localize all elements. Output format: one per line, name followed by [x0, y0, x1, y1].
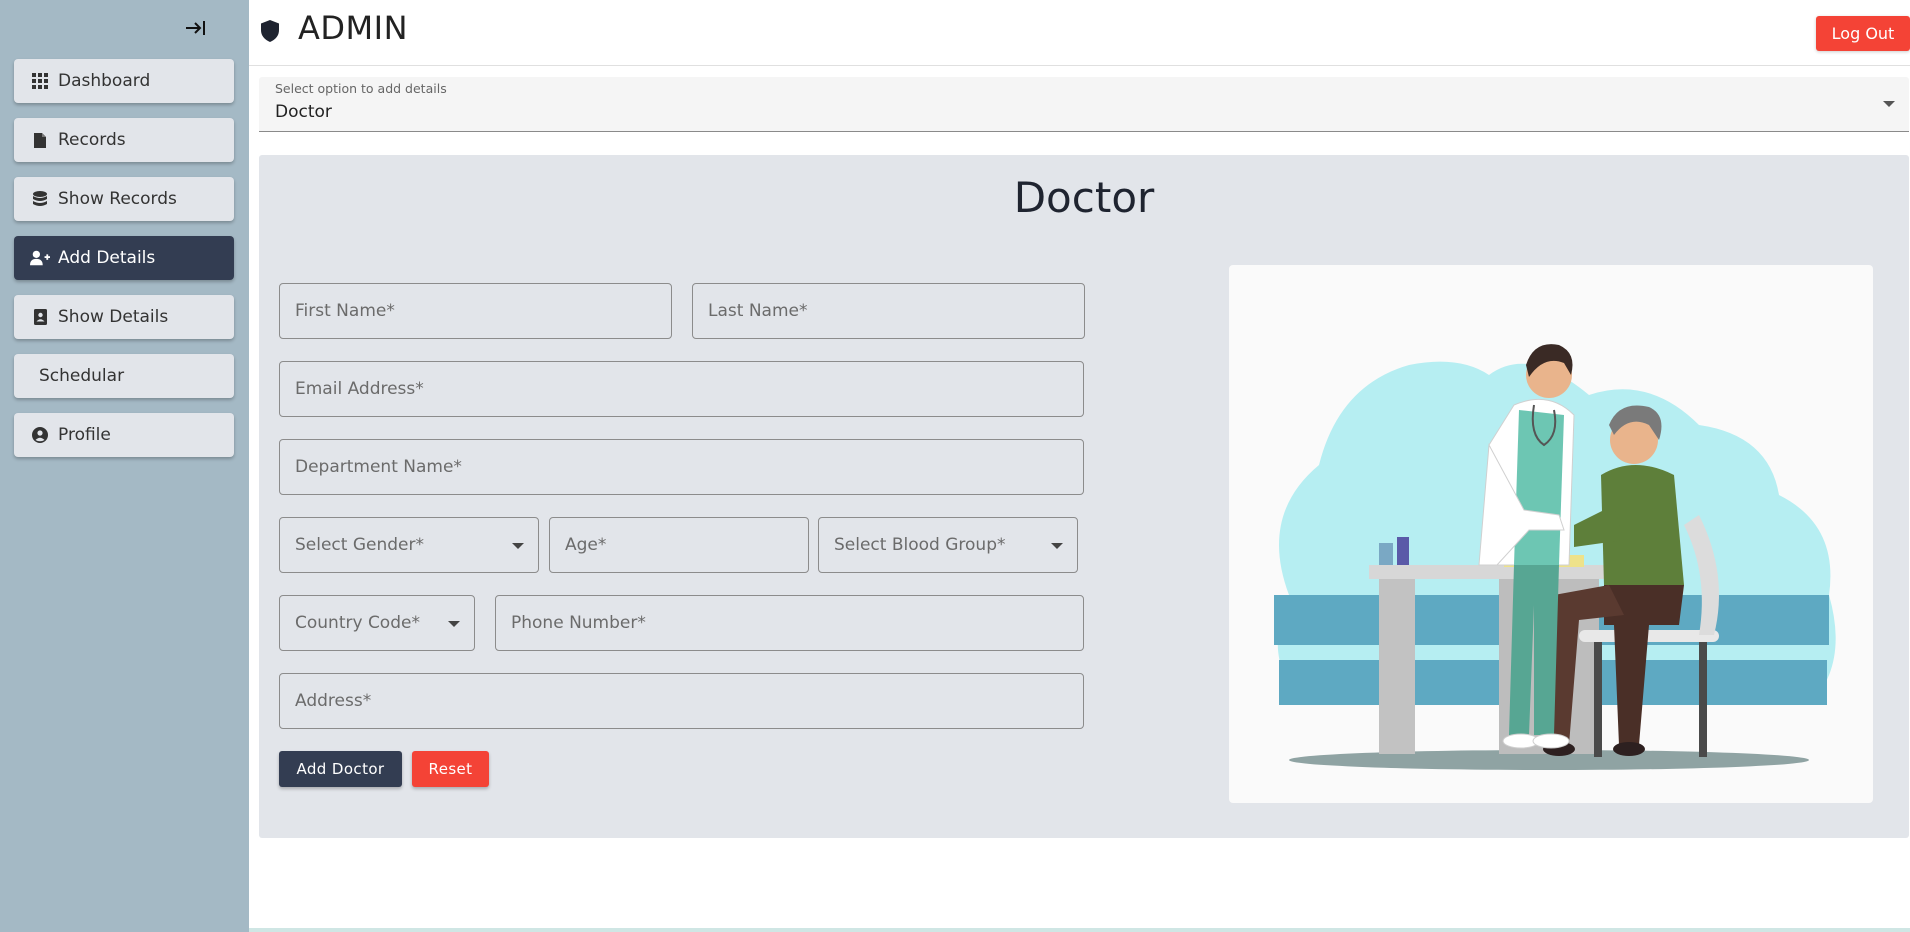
first-name-input[interactable]: First Name*: [279, 283, 672, 339]
doctor-form-panel: Doctor First Name* Last Name* Email Addr…: [259, 155, 1909, 838]
sidebar-item-label: Records: [58, 130, 126, 150]
add-doctor-button[interactable]: Add Doctor: [279, 751, 402, 787]
page-title: ADMIN: [298, 9, 409, 47]
user-plus-icon: [30, 248, 50, 268]
placeholder: Department Name*: [295, 457, 462, 477]
reset-button[interactable]: Reset: [412, 751, 489, 787]
user-circle-icon: [30, 425, 50, 445]
file-icon: [30, 130, 50, 150]
detail-type-select[interactable]: Select option to add details Doctor: [259, 77, 1909, 132]
email-input[interactable]: Email Address*: [279, 361, 1084, 417]
sidebar-item-profile[interactable]: Profile: [14, 413, 234, 457]
caret-down-icon: [1051, 543, 1063, 549]
country-code-select[interactable]: Country Code*: [279, 595, 475, 651]
address-input[interactable]: Address*: [279, 673, 1084, 729]
placeholder: Country Code*: [295, 613, 420, 633]
shield-icon: [261, 20, 279, 46]
phone-input[interactable]: Phone Number*: [495, 595, 1084, 651]
collapse-sidebar-icon[interactable]: [184, 18, 208, 38]
placeholder: First Name*: [295, 301, 395, 321]
sidebar-item-label: Show Details: [58, 307, 169, 327]
placeholder: Age*: [565, 535, 607, 555]
database-icon: [30, 189, 50, 209]
sidebar-item-label: Show Records: [58, 189, 177, 209]
sidebar-item-label: Profile: [58, 425, 111, 445]
caret-down-icon: [1883, 101, 1895, 107]
sidebar-item-label: Dashboard: [58, 71, 151, 91]
logout-button[interactable]: Log Out: [1816, 16, 1910, 51]
placeholder: Select Gender*: [295, 535, 424, 555]
form-title: Doctor: [1013, 173, 1155, 222]
caret-down-icon: [512, 543, 524, 549]
doctor-patient-illustration: [1229, 265, 1873, 803]
grid-icon: [30, 71, 50, 91]
last-name-input[interactable]: Last Name*: [692, 283, 1085, 339]
caret-down-icon: [448, 621, 460, 627]
placeholder: Last Name*: [708, 301, 808, 321]
department-input[interactable]: Department Name*: [279, 439, 1084, 495]
blood-group-select[interactable]: Select Blood Group*: [818, 517, 1078, 573]
sidebar-item-add-details[interactable]: Add Details: [14, 236, 234, 280]
sidebar-item-label: Add Details: [58, 248, 156, 268]
placeholder: Address*: [295, 691, 372, 711]
sidebar-item-show-records[interactable]: Show Records: [14, 177, 234, 221]
bottom-divider: [249, 928, 1910, 932]
top-header: ADMIN Log Out: [249, 0, 1910, 66]
sidebar-item-show-details[interactable]: Show Details: [14, 295, 234, 339]
age-input[interactable]: Age*: [549, 517, 809, 573]
sidebar-item-records[interactable]: Records: [14, 118, 234, 162]
select-label: Select option to add details: [275, 81, 447, 96]
sidebar-item-label: Schedular: [39, 366, 125, 386]
sidebar-item-dashboard[interactable]: Dashboard: [14, 59, 234, 103]
sidebar-item-schedular[interactable]: Schedular: [14, 354, 234, 398]
placeholder: Email Address*: [295, 379, 424, 399]
sidebar: Dashboard Records Show Records Add Detai…: [0, 0, 249, 932]
contact-book-icon: [30, 307, 50, 327]
placeholder: Phone Number*: [511, 613, 646, 633]
placeholder: Select Blood Group*: [834, 535, 1006, 555]
select-value: Doctor: [275, 102, 332, 122]
gender-select[interactable]: Select Gender*: [279, 517, 539, 573]
